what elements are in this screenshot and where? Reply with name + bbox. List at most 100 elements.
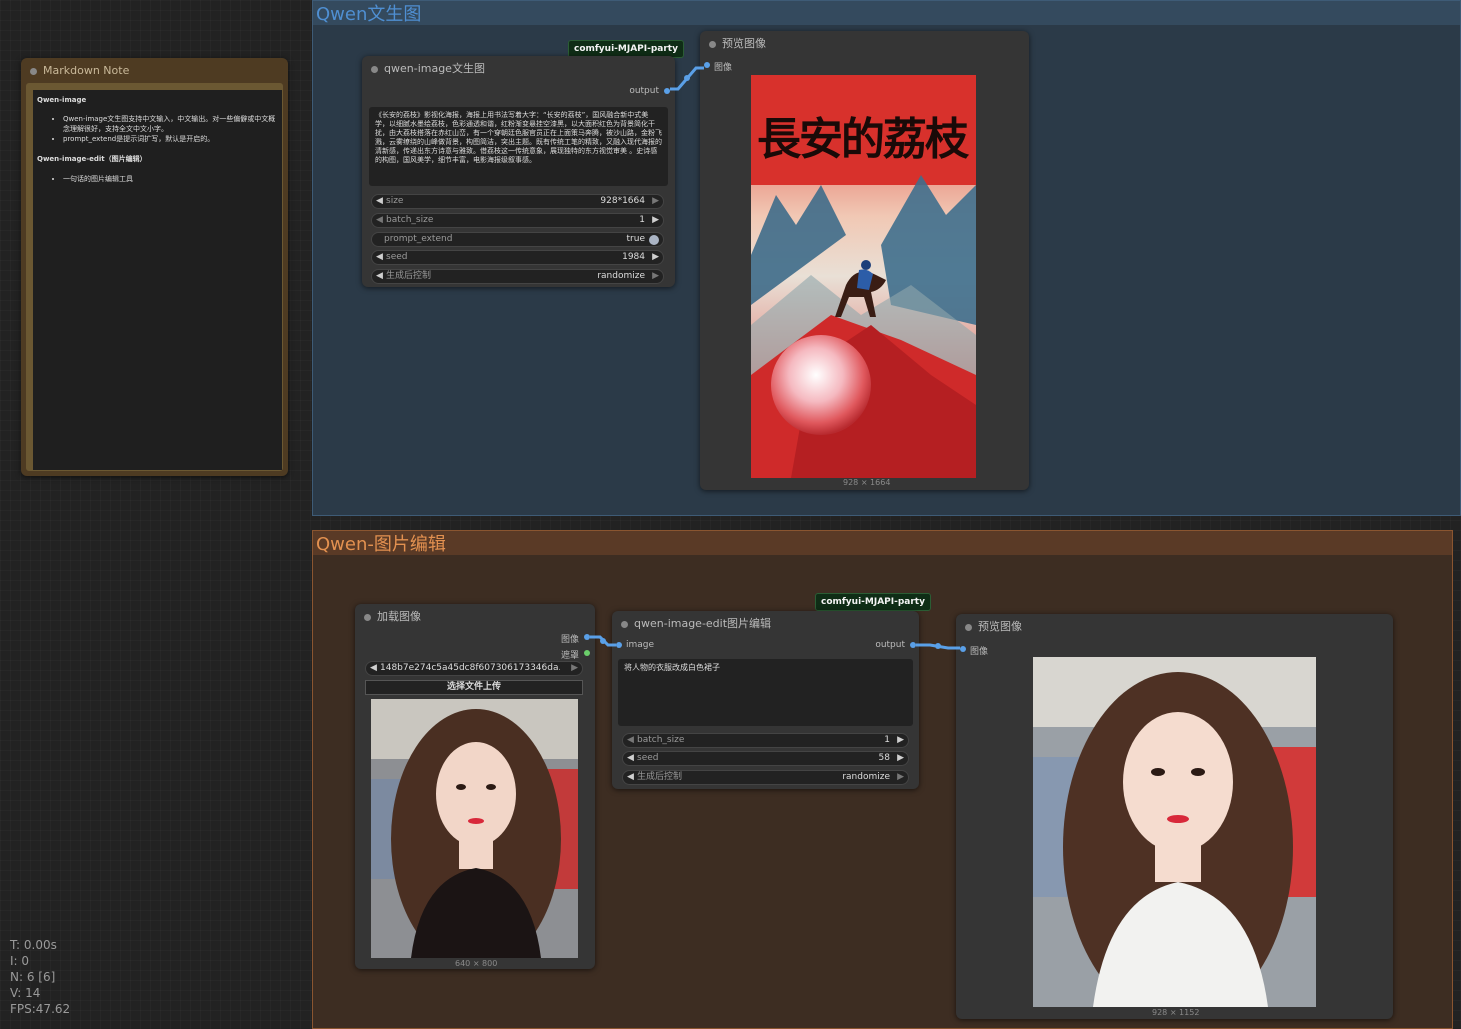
widget-value: true [626, 234, 645, 244]
output-slot[interactable] [910, 642, 916, 648]
stat-v: V: 14 [10, 986, 41, 1000]
size-widget[interactable]: ◀ size 928*1664 ▶ [371, 194, 664, 209]
collapse-dot-icon[interactable] [965, 624, 972, 631]
arrow-left-icon[interactable]: ◀ [627, 771, 634, 784]
prompt-extend-toggle[interactable]: prompt_extend true [371, 232, 664, 247]
widget-value: 1984 [622, 252, 645, 262]
input-slot[interactable] [616, 642, 622, 648]
input-slot[interactable] [960, 646, 966, 652]
node-header[interactable]: 预览图像 [700, 31, 1029, 57]
arrow-left-icon[interactable]: ◀ [627, 752, 634, 765]
output-slot-image[interactable] [584, 634, 590, 640]
note-list: 一句话的图片编辑工具 [63, 174, 278, 184]
node-header[interactable]: qwen-image-edit图片编辑 [612, 611, 919, 637]
output-slot[interactable] [664, 88, 670, 94]
input-slot[interactable] [704, 62, 710, 68]
group-title-bar[interactable] [313, 531, 1452, 555]
portrait-photo [371, 699, 578, 958]
arrow-right-icon[interactable]: ▶ [652, 251, 659, 264]
node-header[interactable]: qwen-image文生图 [362, 56, 675, 82]
note-list-item: 一句话的图片编辑工具 [63, 174, 278, 184]
input-slot-label: 图像 [714, 63, 733, 73]
image-file-combo[interactable]: ◀ 148b7e274c5a45dc8f607306173346da.j... … [365, 661, 583, 676]
arrow-left-icon[interactable]: ◀ [376, 214, 383, 227]
load-image-node[interactable]: 加载图像 图像 遮罩 ◀ 148b7e274c5a45dc8f607306173… [355, 604, 595, 969]
arrow-left-icon[interactable]: ◀ [627, 734, 634, 747]
widget-value: 1 [639, 215, 645, 225]
preview-poster-image[interactable]: 長安的荔枝 [751, 75, 976, 478]
widget-label: size [386, 196, 404, 206]
control-after-generate-widget[interactable]: ◀ 生成后控制 randomize ▶ [371, 269, 664, 284]
image-size-caption: 928 × 1152 [1152, 1008, 1200, 1017]
node-header[interactable]: 加载图像 [355, 604, 595, 630]
output-slot-mask[interactable] [584, 650, 590, 656]
output-slot-label: output [875, 640, 905, 650]
note-list-item: prompt_extend是提示词扩写，默认是开启的。 [63, 134, 278, 144]
collapse-dot-icon[interactable] [30, 68, 37, 75]
toggle-knob-icon[interactable] [649, 235, 659, 245]
prompt-textarea[interactable]: 《长安的荔枝》影视化海报，海报上用书法写着大字：“长安的荔枝”，国风融合新中式美… [369, 107, 668, 186]
input-slot-label: image [626, 640, 655, 650]
collapse-dot-icon[interactable] [364, 614, 371, 621]
poster-title-text: 長安的荔枝 [757, 114, 969, 165]
markdown-note-node[interactable]: Markdown Note Qwen-image Qwen-image文生图支持… [21, 58, 288, 476]
node-header[interactable]: Markdown Note [21, 58, 288, 84]
edited-image-preview[interactable] [1033, 657, 1316, 1007]
collapse-dot-icon[interactable] [621, 621, 628, 628]
seed-widget[interactable]: ◀ seed 58 ▶ [622, 751, 909, 766]
loaded-image-preview[interactable] [371, 699, 578, 958]
qwen-image-edit-node[interactable]: qwen-image-edit图片编辑 image output 将人物的衣服改… [612, 611, 919, 789]
image-size-caption: 640 × 800 [455, 959, 498, 968]
widget-label: seed [637, 753, 659, 763]
prompt-textarea[interactable]: 将人物的衣服改成白色裙子 [618, 659, 913, 726]
arrow-right-icon[interactable]: ▶ [571, 662, 578, 675]
stat-fps: FPS:47.62 [10, 1002, 71, 1016]
node-title: 加载图像 [377, 610, 421, 623]
widget-value: randomize [842, 772, 890, 782]
batch-size-widget[interactable]: ◀ batch_size 1 ▶ [622, 733, 909, 748]
stat-time: T: 0.00s [10, 938, 57, 952]
group-title-bar[interactable] [313, 1, 1460, 25]
arrow-left-icon[interactable]: ◀ [370, 662, 377, 675]
arrow-right-icon[interactable]: ▶ [897, 734, 904, 747]
group-title: Qwen-图片编辑 [316, 534, 446, 555]
preview-image-node[interactable]: 预览图像 图像 長安的荔枝 928 × 1664 [700, 31, 1029, 490]
widget-label: prompt_extend [384, 234, 453, 244]
node-title: qwen-image文生图 [384, 62, 485, 75]
arrow-right-icon[interactable]: ▶ [897, 771, 904, 784]
note-list-item: Qwen-image文生图支持中文输入，中文输出。对一些偏僻或中文概念理解很好，… [63, 114, 278, 134]
arrow-left-icon[interactable]: ◀ [376, 195, 383, 208]
arrow-right-icon[interactable]: ▶ [897, 752, 904, 765]
stat-i: I: 0 [10, 954, 30, 968]
preview-image-node[interactable]: 预览图像 图像 928 × 1152 [956, 614, 1393, 1019]
widget-value: 148b7e274c5a45dc8f607306173346da.j... [380, 663, 560, 673]
arrow-right-icon[interactable]: ▶ [652, 270, 659, 283]
note-content[interactable]: Qwen-image Qwen-image文生图支持中文输入，中文输出。对一些偏… [33, 90, 282, 470]
arrow-left-icon[interactable]: ◀ [376, 251, 383, 264]
note-list: Qwen-image文生图支持中文输入，中文输出。对一些偏僻或中文概念理解很好，… [63, 114, 278, 144]
widget-label: batch_size [386, 215, 434, 225]
node-title: Markdown Note [43, 64, 130, 77]
stat-nodes: N: 6 [6] [10, 970, 56, 984]
seed-widget[interactable]: ◀ seed 1984 ▶ [371, 250, 664, 265]
qwen-image-t2i-node[interactable]: qwen-image文生图 output 《长安的荔枝》影视化海报，海报上用书法… [362, 56, 675, 287]
note-frame: Qwen-image Qwen-image文生图支持中文输入，中文输出。对一些偏… [26, 83, 283, 471]
widget-value: 1 [884, 735, 890, 745]
node-title: 预览图像 [978, 620, 1022, 633]
batch-size-widget[interactable]: ◀ batch_size 1 ▶ [371, 213, 664, 228]
collapse-dot-icon[interactable] [371, 66, 378, 73]
output-slot-label: 图像 [560, 635, 579, 645]
collapse-dot-icon[interactable] [709, 41, 716, 48]
render-stats: T: 0.00s I: 0 N: 6 [6] V: 14 FPS:47.62 [10, 937, 70, 1017]
widget-label: batch_size [637, 735, 685, 745]
arrow-right-icon[interactable]: ▶ [652, 195, 659, 208]
control-after-generate-widget[interactable]: ◀ 生成后控制 randomize ▶ [622, 770, 909, 785]
node-header[interactable]: 预览图像 [956, 614, 1393, 640]
arrow-left-icon[interactable]: ◀ [376, 270, 383, 283]
upload-button[interactable]: 选择文件上传 [365, 680, 583, 695]
node-title: qwen-image-edit图片编辑 [634, 617, 772, 630]
node-badge: comfyui-MJAPI-party [815, 593, 931, 611]
widget-value: 928*1664 [600, 196, 645, 206]
output-slot-label: 遮罩 [560, 651, 579, 661]
arrow-right-icon[interactable]: ▶ [652, 214, 659, 227]
